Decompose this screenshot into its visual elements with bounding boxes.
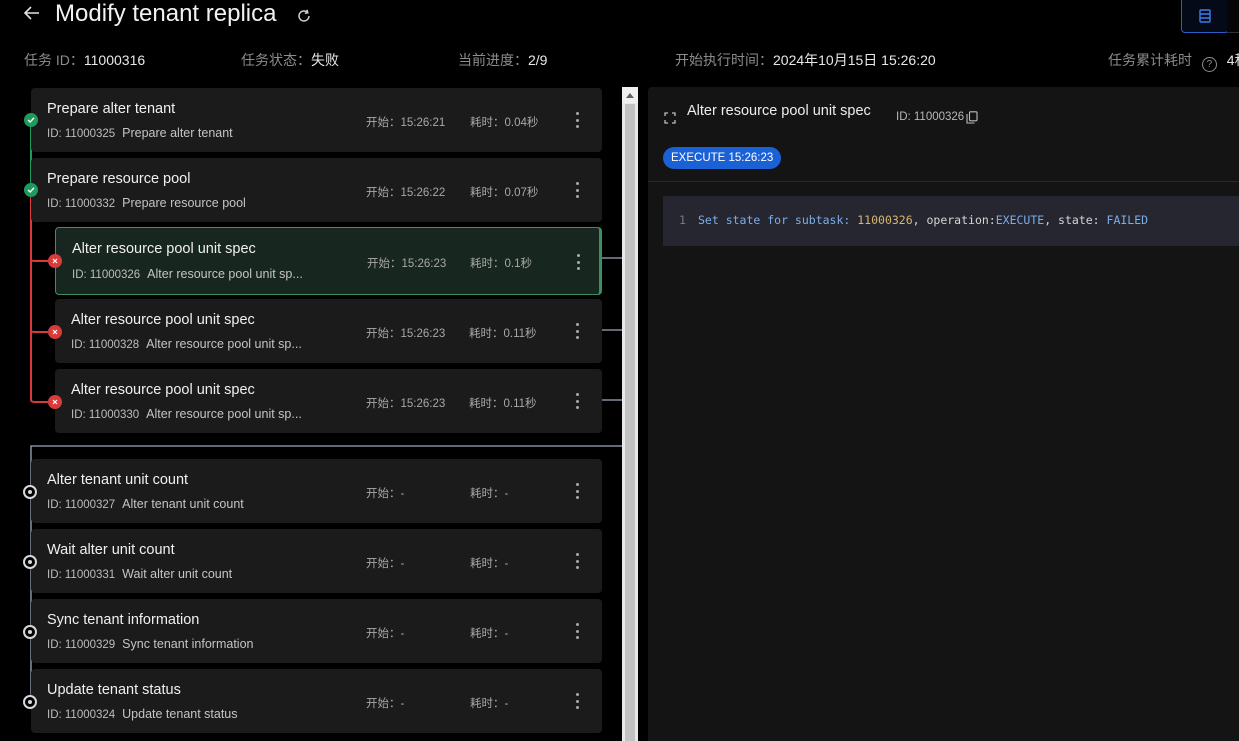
task-title: Sync tenant information — [47, 612, 200, 628]
scrollbar-thumb[interactable] — [625, 104, 635, 741]
scroll-up-arrow-icon[interactable] — [622, 87, 638, 103]
task-start: 开始：15:26:21 — [366, 117, 446, 129]
task-subtitle: ID: 11000331 Wait alter unit count — [47, 567, 233, 581]
task-duration: 耗时：- — [470, 488, 509, 500]
task-duration: 耗时：0.11秒 — [469, 398, 537, 410]
task-title: Prepare alter tenant — [47, 101, 176, 117]
task-subtitle: ID: 11000327 Alter tenant unit count — [47, 497, 244, 511]
pending-circle-icon — [23, 485, 37, 499]
view-toggle-button-2[interactable] — [1227, 0, 1239, 33]
help-icon[interactable]: ? — [1201, 57, 1217, 72]
task-card-update-tenant-status[interactable]: Update tenant status ID: 11000324 Update… — [31, 669, 602, 733]
log-line: Set state for subtask: 11000326, operati… — [698, 213, 1149, 227]
task-subtitle: ID: 11000330 Alter resource pool unit sp… — [71, 407, 302, 421]
task-start: 开始：15:26:23 — [366, 328, 446, 340]
back-arrow-icon[interactable] — [18, 0, 46, 26]
task-title: Alter resource pool unit spec — [71, 312, 255, 328]
task-start: 开始：- — [366, 558, 405, 570]
more-vertical-icon[interactable] — [569, 551, 585, 571]
meta-progress: 当前进度：2/9 — [458, 52, 548, 68]
task-card-alter-tenant-unit-count[interactable]: Alter tenant unit count ID: 11000327 Alt… — [31, 459, 602, 523]
task-subtitle: ID: 11000329 Sync tenant information — [47, 637, 254, 651]
task-card-alter-resource-pool-1[interactable]: Alter resource pool unit spec ID: 110003… — [55, 227, 602, 295]
log-line-number: 1 — [679, 213, 686, 227]
task-subtitle: ID: 11000332 Prepare resource pool — [47, 196, 246, 210]
task-title: Alter resource pool unit spec — [71, 382, 255, 398]
meta-task-id: 任务 ID：11000316 — [24, 52, 146, 68]
success-check-icon — [24, 183, 38, 197]
failed-x-icon — [48, 254, 62, 268]
task-duration: 耗时：- — [470, 698, 509, 710]
detail-panel — [648, 87, 1239, 741]
task-card-sync-tenant-information[interactable]: Sync tenant information ID: 11000329 Syn… — [31, 599, 602, 663]
detail-title: Alter resource pool unit spec — [687, 103, 871, 119]
failed-x-icon — [48, 325, 62, 339]
task-duration: 耗时：0.04秒 — [470, 117, 539, 129]
page-title: Modify tenant replica — [55, 0, 277, 27]
task-start: 开始：15:26:23 — [366, 398, 446, 410]
failed-x-icon — [48, 395, 62, 409]
pending-circle-icon — [23, 625, 37, 639]
execute-badge[interactable]: EXECUTE 15:26:23 — [663, 147, 782, 169]
task-subtitle: ID: 11000326 Alter resource pool unit sp… — [72, 267, 303, 281]
copy-icon[interactable] — [966, 111, 978, 124]
task-duration: 耗时：0.1秒 — [470, 258, 532, 270]
more-vertical-icon[interactable] — [569, 180, 585, 200]
task-duration: 耗时：0.11秒 — [469, 328, 537, 340]
list-view-icon — [1199, 9, 1211, 23]
pending-circle-icon — [23, 555, 37, 569]
task-card-alter-resource-pool-3[interactable]: Alter resource pool unit spec ID: 110003… — [55, 369, 602, 433]
expand-icon[interactable] — [664, 111, 678, 125]
refresh-icon[interactable] — [296, 8, 312, 24]
task-start: 开始：15:26:22 — [366, 187, 446, 199]
meta-elapsed: 任务累计耗时 ? 4秒 — [1108, 52, 1239, 72]
more-vertical-icon[interactable] — [569, 621, 585, 641]
task-start: 开始：- — [366, 488, 405, 500]
task-subtitle: ID: 11000328 Alter resource pool unit sp… — [71, 337, 302, 351]
task-start: 开始：15:26:23 — [367, 258, 447, 270]
more-vertical-icon[interactable] — [569, 691, 585, 711]
task-title: Update tenant status — [47, 682, 181, 698]
task-duration: 耗时：- — [470, 628, 509, 640]
task-start: 开始：- — [366, 628, 405, 640]
task-title: Alter tenant unit count — [47, 472, 189, 488]
task-title: Alter resource pool unit spec — [72, 241, 256, 257]
more-vertical-icon[interactable] — [570, 252, 586, 272]
meta-start-time: 开始执行时间：2024年10月15日 15:26:20 — [675, 52, 936, 68]
view-toggle-button[interactable] — [1181, 0, 1229, 33]
more-vertical-icon[interactable] — [569, 391, 585, 411]
task-title: Wait alter unit count — [47, 542, 175, 558]
task-card-prepare-resource-pool[interactable]: Prepare resource pool ID: 11000332 Prepa… — [31, 158, 602, 222]
task-title: Prepare resource pool — [47, 171, 191, 187]
divider — [648, 181, 1239, 182]
pending-circle-icon — [23, 695, 37, 709]
more-vertical-icon[interactable] — [569, 110, 585, 130]
task-list: Prepare alter tenant ID: 11000325 Prepar… — [0, 80, 640, 741]
task-card-wait-alter-unit-count[interactable]: Wait alter unit count ID: 11000331 Wait … — [31, 529, 602, 593]
success-check-icon — [24, 113, 38, 127]
more-vertical-icon[interactable] — [569, 481, 585, 501]
task-start: 开始：- — [366, 698, 405, 710]
more-vertical-icon[interactable] — [569, 321, 585, 341]
task-card-alter-resource-pool-2[interactable]: Alter resource pool unit spec ID: 110003… — [55, 299, 602, 363]
detail-id: ID: 11000326 — [896, 111, 965, 123]
task-subtitle: ID: 11000324 Update tenant status — [47, 707, 238, 721]
meta-status: 任务状态：失败 — [241, 52, 339, 68]
task-subtitle: ID: 11000325 Prepare alter tenant — [47, 126, 233, 140]
task-card-prepare-alter-tenant[interactable]: Prepare alter tenant ID: 11000325 Prepar… — [31, 88, 602, 152]
task-duration: 耗时：- — [470, 558, 509, 570]
task-duration: 耗时：0.07秒 — [470, 187, 539, 199]
